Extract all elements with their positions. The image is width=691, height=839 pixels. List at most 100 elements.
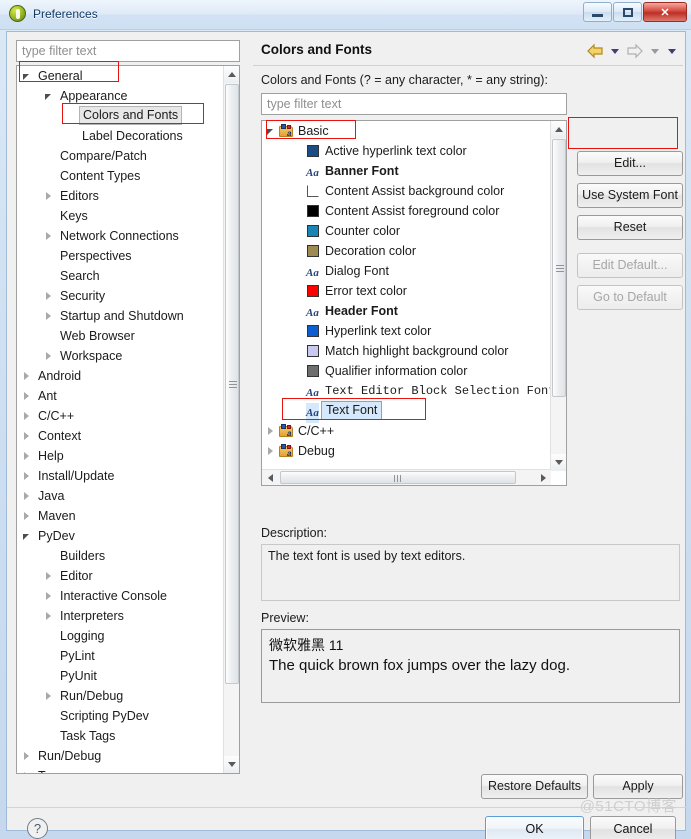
hscroll-right-icon[interactable] (535, 470, 551, 485)
preference-tree-item-security[interactable]: Security (17, 286, 224, 306)
tree-collapse-arrow-icon[interactable] (45, 352, 54, 361)
tree-collapse-arrow-icon[interactable] (45, 572, 54, 581)
cf-tree-item-header-font[interactable]: Aa Header Font (262, 301, 551, 321)
preference-tree-item-compare-patch[interactable]: Compare/Patch (17, 146, 224, 166)
tree-expand-arrow-icon[interactable] (45, 92, 54, 101)
preference-tree-item-pylint[interactable]: PyLint (17, 646, 224, 666)
restore-defaults-button[interactable]: Restore Defaults (481, 774, 588, 799)
preference-tree-item-keys[interactable]: Keys (17, 206, 224, 226)
tree-collapse-arrow-icon[interactable] (45, 292, 54, 301)
preference-tree-item-general[interactable]: General (17, 66, 224, 86)
preference-tree-item-interactive-console[interactable]: Interactive Console (17, 586, 224, 606)
preference-tree-item-editor[interactable]: Editor (17, 566, 224, 586)
view-menu-chevron-down-icon[interactable] (665, 42, 679, 60)
cf-tree-item-error-text-color[interactable]: Error text color (262, 281, 551, 301)
maximize-button[interactable] (613, 2, 642, 22)
tree-collapse-arrow-icon[interactable] (23, 412, 32, 421)
tree-collapse-arrow-icon[interactable] (23, 772, 32, 773)
tree-collapse-arrow-icon[interactable] (267, 447, 276, 456)
tree-collapse-arrow-icon[interactable] (23, 492, 32, 501)
tree-expand-arrow-icon[interactable] (267, 127, 276, 136)
preference-tree-item-workspace[interactable]: Workspace (17, 346, 224, 366)
hscroll-thumb[interactable] (280, 471, 516, 484)
back-arrow-icon[interactable] (585, 42, 605, 60)
preference-tree-item-pyunit[interactable]: PyUnit (17, 666, 224, 686)
preference-tree-item-interpreters[interactable]: Interpreters (17, 606, 224, 626)
tree-collapse-arrow-icon[interactable] (23, 512, 32, 521)
preference-tree-item-scripting-pydev[interactable]: Scripting PyDev (17, 706, 224, 726)
tree-collapse-arrow-icon[interactable] (45, 612, 54, 621)
tree-collapse-arrow-icon[interactable] (23, 452, 32, 461)
close-button[interactable]: ✕ (643, 2, 687, 22)
preference-tree-item-perspectives[interactable]: Perspectives (17, 246, 224, 266)
left-tree-scrollbar[interactable] (223, 66, 239, 773)
tree-collapse-arrow-icon[interactable] (23, 372, 32, 381)
edit-button[interactable]: Edit... (577, 151, 683, 176)
preference-tree-item-run-debug[interactable]: Run/Debug (17, 746, 224, 766)
preference-tree-item-android[interactable]: Android (17, 366, 224, 386)
tree-collapse-arrow-icon[interactable] (23, 472, 32, 481)
cf-tree-item-hyperlink-text-color[interactable]: Hyperlink text color (262, 321, 551, 341)
tree-collapse-arrow-icon[interactable] (23, 432, 32, 441)
preference-tree-item-search[interactable]: Search (17, 266, 224, 286)
cancel-button[interactable]: Cancel (590, 816, 676, 839)
cf-scroll-up-icon[interactable] (551, 121, 566, 138)
cf-tree-item-match-highlight-background-color[interactable]: Match highlight background color (262, 341, 551, 361)
preference-tree[interactable]: General Appearance Colors and Fonts Label D… (16, 65, 240, 774)
cf-tree-scrollbar[interactable] (550, 121, 566, 471)
preference-tree-item-web-browser[interactable]: Web Browser (17, 326, 224, 346)
tree-collapse-arrow-icon[interactable] (23, 392, 32, 401)
preference-tree-item-colors-and-fonts[interactable]: Colors and Fonts (17, 106, 224, 126)
cf-tree-item-active-hyperlink-text-color[interactable]: Active hyperlink text color (262, 141, 551, 161)
scroll-up-icon[interactable] (224, 66, 239, 83)
cf-scroll-down-icon[interactable] (551, 454, 566, 471)
tree-collapse-arrow-icon[interactable] (267, 427, 276, 436)
scroll-down-icon[interactable] (224, 756, 239, 773)
cf-tree-item-basic[interactable]: a Basic (262, 121, 551, 141)
help-icon[interactable]: ? (27, 818, 48, 839)
preference-tree-item-task-tags[interactable]: Task Tags (17, 726, 224, 746)
cf-tree-hscrollbar[interactable] (262, 469, 551, 485)
preference-tree-item-run-debug[interactable]: Run/Debug (17, 686, 224, 706)
cf-tree-item-banner-font[interactable]: Aa Banner Font (262, 161, 551, 181)
cf-tree-item-counter-color[interactable]: Counter color (262, 221, 551, 241)
preference-tree-item-logging[interactable]: Logging (17, 626, 224, 646)
preference-tree-item-pydev[interactable]: PyDev (17, 526, 224, 546)
left-filter-input[interactable]: type filter text (16, 40, 240, 62)
cf-tree-item-dialog-font[interactable]: Aa Dialog Font (262, 261, 551, 281)
tree-expand-arrow-icon[interactable] (23, 532, 32, 541)
preference-tree-item-context[interactable]: Context (17, 426, 224, 446)
back-history-chevron-down-icon[interactable] (608, 42, 622, 60)
preference-tree-item-network-connections[interactable]: Network Connections (17, 226, 224, 246)
tree-collapse-arrow-icon[interactable] (45, 592, 54, 601)
preference-tree-item-content-types[interactable]: Content Types (17, 166, 224, 186)
scroll-thumb[interactable] (225, 84, 239, 684)
preference-tree-item-label-decorations[interactable]: Label Decorations (17, 126, 224, 146)
cf-tree-item-qualifier-information-color[interactable]: Qualifier information color (262, 361, 551, 381)
use-system-font-button[interactable]: Use System Font (577, 183, 683, 208)
preference-tree-item-builders[interactable]: Builders (17, 546, 224, 566)
colors-and-fonts-tree[interactable]: a Basic Active hyperlink text color Aa Banne… (261, 120, 567, 486)
cf-tree-item-text-font[interactable]: Aa Text Font (262, 401, 551, 423)
preference-tree-item-help[interactable]: Help (17, 446, 224, 466)
cf-scroll-thumb[interactable] (552, 139, 566, 397)
ok-button[interactable]: OK (485, 816, 584, 839)
tree-collapse-arrow-icon[interactable] (45, 192, 54, 201)
cf-tree-item-debug[interactable]: a Debug (262, 441, 551, 461)
preference-tree-item-startup-and-shutdown[interactable]: Startup and Shutdown (17, 306, 224, 326)
cf-tree-item-c-c[interactable]: a C/C++ (262, 421, 551, 441)
minimize-button[interactable] (583, 2, 612, 22)
preference-tree-item-maven[interactable]: Maven (17, 506, 224, 526)
preference-tree-item-ant[interactable]: Ant (17, 386, 224, 406)
tree-expand-arrow-icon[interactable] (23, 72, 32, 81)
cf-tree-item-content-assist-background-color[interactable]: Content Assist background color (262, 181, 551, 201)
preference-tree-item-appearance[interactable]: Appearance (17, 86, 224, 106)
cf-tree-item-content-assist-foreground-color[interactable]: Content Assist foreground color (262, 201, 551, 221)
colors-fonts-filter-input[interactable]: type filter text (261, 93, 567, 115)
cf-tree-item-decoration-color[interactable]: Decoration color (262, 241, 551, 261)
cf-tree-item-text-editor-block-selection-font[interactable]: Aa Text Editor Block Selection Font (262, 381, 555, 401)
tree-collapse-arrow-icon[interactable] (45, 692, 54, 701)
preference-tree-item-java[interactable]: Java (17, 486, 224, 506)
preference-tree-item-editors[interactable]: Editors (17, 186, 224, 206)
preference-tree-item-c-c[interactable]: C/C++ (17, 406, 224, 426)
